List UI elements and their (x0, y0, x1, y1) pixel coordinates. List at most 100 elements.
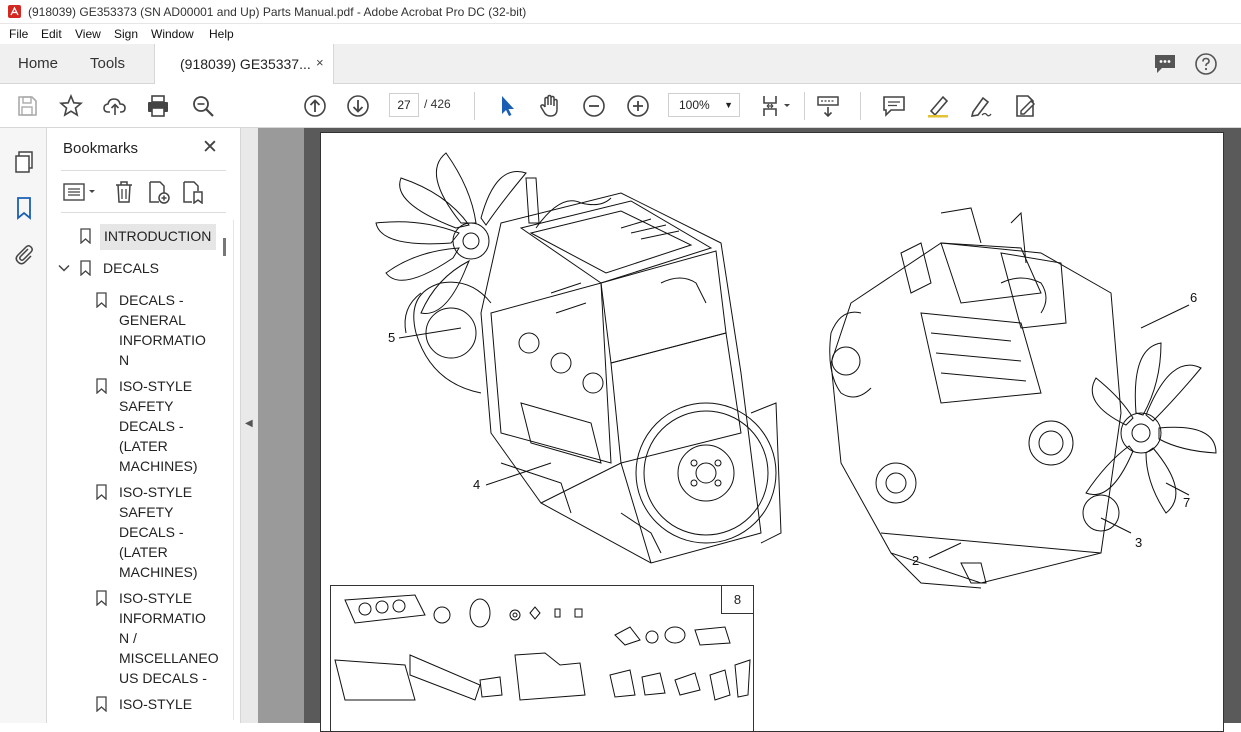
bookmark-label-line: SAFETY (119, 504, 174, 520)
bookmark-label-line: INFORMATIO (119, 332, 206, 348)
print-icon[interactable] (145, 93, 171, 119)
callout-8: 8 (721, 586, 753, 614)
window-title: (918039) GE353373 (SN AD00001 and Up) Pa… (28, 5, 527, 19)
bookmark-label-line: ISO-STYLE (119, 590, 193, 606)
tab-document[interactable]: (918039) GE35337... × (154, 44, 334, 84)
new-bookmark-icon[interactable] (147, 180, 171, 204)
pdf-page: 5 4 2 3 7 6 8 (320, 132, 1224, 732)
bookmark-label: DECALS (103, 260, 160, 276)
bookmark-introduction[interactable]: INTRODUCTION (100, 224, 216, 250)
delete-bookmark-icon[interactable] (113, 180, 135, 204)
highlight-pen-icon[interactable] (925, 93, 951, 119)
page-fit-icon[interactable] (760, 93, 796, 119)
bookmark-icon (96, 378, 107, 394)
select-cursor-icon[interactable] (494, 93, 520, 119)
scroll-mode-icon[interactable] (815, 93, 841, 119)
bookmark-label-line: SAFETY (119, 398, 174, 414)
comment-icon[interactable] (1153, 53, 1177, 75)
bookmarks-scrollbar-thumb[interactable] (223, 238, 226, 256)
bookmark-star-icon[interactable] (58, 93, 84, 119)
chevron-down-icon: ▼ (724, 100, 733, 110)
zoom-out-icon[interactable] (581, 93, 607, 119)
bookmarks-scrollbar-track[interactable] (233, 220, 234, 720)
document-viewer[interactable]: 5 4 2 3 7 6 8 (258, 128, 1241, 732)
bookmark-from-structure-icon[interactable] (181, 180, 205, 204)
chevron-down-icon[interactable] (58, 262, 70, 274)
left-engine-block (404, 177, 762, 564)
next-page-icon[interactable] (345, 93, 371, 119)
bookmark-icon (96, 292, 107, 308)
menu-edit[interactable]: Edit (41, 27, 62, 41)
bookmark-label-line: (LATER (119, 438, 168, 454)
bookmark-icon (96, 590, 107, 606)
close-panel-button[interactable]: ✕ (202, 136, 218, 159)
page-count: / 426 (424, 97, 451, 111)
acrobat-app-icon (8, 5, 21, 18)
toolbar-divider (474, 92, 475, 120)
page-number-input[interactable]: 27 (389, 93, 419, 117)
previous-page-icon[interactable] (302, 93, 328, 119)
left-engine-fan (375, 152, 527, 314)
collapse-panel-icon[interactable]: ◀ (245, 418, 253, 429)
bookmark-label-line: GENERAL (119, 312, 186, 328)
right-engine-fan (1085, 342, 1217, 514)
zoom-level-value: 100% (679, 98, 710, 112)
bookmark-iso-safety-decals-1[interactable]: ISO-STYLE SAFETY DECALS - (LATER MACHINE… (119, 376, 198, 476)
bookmark-icon (80, 228, 91, 244)
bookmarks-panel: Bookmarks ✕ INTRODUCTION DECALS DECALS -… (47, 128, 240, 723)
cloud-upload-icon[interactable] (102, 93, 128, 119)
menu-view[interactable]: View (75, 27, 101, 41)
zoom-in-icon[interactable] (625, 93, 651, 119)
options-menu-icon[interactable] (63, 182, 99, 202)
add-comment-icon[interactable] (881, 93, 907, 119)
toolbar-divider (860, 92, 861, 120)
attachments-icon[interactable] (12, 242, 36, 266)
save-icon[interactable] (14, 93, 40, 119)
menu-help[interactable]: Help (209, 27, 234, 41)
callout-6: 6 (1190, 290, 1198, 305)
main-toolbar: 27 / 426 100% ▼ (0, 84, 1241, 128)
menu-window[interactable]: Window (151, 27, 194, 41)
draw-sign-icon[interactable] (968, 93, 994, 119)
help-icon[interactable] (1194, 52, 1218, 76)
bookmark-iso-style[interactable]: ISO-STYLE (119, 694, 192, 714)
tab-bar: Home Tools (918039) GE35337... × (0, 44, 1241, 84)
callout-3: 3 (1135, 535, 1143, 550)
bookmark-icon (80, 260, 91, 276)
menu-sign[interactable]: Sign (114, 27, 138, 41)
hand-tool-icon[interactable] (537, 93, 563, 119)
leader-line-5 (398, 327, 462, 339)
title-bar: (918039) GE353373 (SN AD00001 and Up) Pa… (0, 0, 1241, 24)
bookmark-label-line: INFORMATIO (119, 610, 206, 626)
menu-bar: File Edit View Sign Window Help (0, 24, 1241, 44)
fill-sign-icon[interactable] (1012, 93, 1038, 119)
search-zoom-icon[interactable] (190, 93, 216, 119)
bookmark-decals[interactable]: DECALS (103, 258, 159, 278)
tab-tools[interactable]: Tools (90, 55, 125, 72)
bookmark-decals-general-information[interactable]: DECALS - GENERAL INFORMATIO N (119, 290, 206, 370)
tab-document-label: (918039) GE35337... (180, 56, 311, 72)
divider (61, 170, 226, 171)
bookmark-label-line: MACHINES) (119, 564, 198, 580)
bookmark-iso-safety-decals-2[interactable]: ISO-STYLE SAFETY DECALS - (LATER MACHINE… (119, 482, 198, 582)
navigation-rail (0, 128, 47, 723)
bookmark-label-line: US DECALS - (119, 670, 207, 686)
divider (61, 212, 226, 213)
tab-close-button[interactable]: × (316, 55, 324, 70)
zoom-level-select[interactable]: 100% ▼ (668, 93, 740, 117)
page-thumbnails-icon[interactable] (12, 150, 36, 174)
tab-home[interactable]: Home (18, 55, 58, 72)
bookmark-label-line: ISO-STYLE (119, 484, 193, 500)
bookmark-label-line: N / (119, 630, 137, 646)
menu-file[interactable]: File (9, 27, 28, 41)
leader-line-4 (485, 462, 552, 486)
bookmark-label-line: ISO-STYLE (119, 378, 193, 394)
callout-7: 7 (1183, 495, 1191, 510)
bookmark-label-line: (LATER (119, 544, 168, 560)
bookmark-label-line: ISO-STYLE (119, 696, 193, 712)
bookmarks-panel-icon[interactable] (12, 196, 36, 220)
bookmark-iso-information-misc[interactable]: ISO-STYLE INFORMATIO N / MISCELLANEO US … (119, 588, 219, 688)
gasket-kit-inset: 8 (330, 585, 754, 731)
panel-splitter[interactable]: ◀ (240, 128, 258, 723)
leader-line-2 (928, 542, 962, 559)
